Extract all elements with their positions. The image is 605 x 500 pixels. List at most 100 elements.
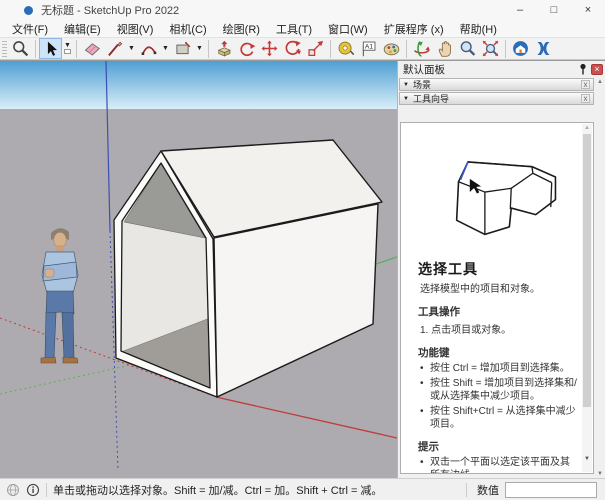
- line-tool-button[interactable]: [103, 38, 126, 59]
- orbit-icon: [412, 39, 431, 58]
- instructor-operation-title: 工具操作: [418, 304, 579, 319]
- panel-header: 默认面板 ×: [398, 61, 605, 77]
- house-sketch: [419, 134, 579, 252]
- search-icon: [11, 39, 30, 58]
- text-tool-button[interactable]: A1: [357, 38, 380, 59]
- zoom-extents-tool-button[interactable]: [479, 38, 502, 59]
- modifier-item: 按住 Shift = 增加项目到选择集和/或从选择集中减少项目。: [418, 377, 579, 403]
- move-icon: [260, 39, 279, 58]
- section-close-icon[interactable]: x: [581, 94, 590, 103]
- person-neck: [57, 245, 64, 251]
- instructor-description: 选择模型中的项目和对象。: [420, 280, 579, 295]
- scroll-up-icon[interactable]: ▲: [582, 125, 592, 131]
- chevron-down-icon: ▼: [162, 46, 169, 51]
- tape-measure-icon: [336, 39, 355, 58]
- rotate-tool-button[interactable]: [281, 38, 304, 59]
- maximize-button[interactable]: □: [537, 0, 571, 20]
- line-tool-dropdown[interactable]: ▼: [126, 38, 137, 59]
- section-close-icon[interactable]: x: [581, 80, 590, 89]
- toolbar-separator: [76, 40, 77, 58]
- toolbar-grip: [2, 41, 7, 57]
- arc-tool-dropdown[interactable]: ▼: [160, 38, 171, 59]
- svg-text:A1: A1: [365, 44, 373, 51]
- scale-tool-button[interactable]: [304, 38, 327, 59]
- person-hips: [46, 291, 74, 314]
- followme-tool-button[interactable]: [235, 38, 258, 59]
- scroll-down-icon[interactable]: ▼: [597, 471, 603, 477]
- title-bar: 无标题 - SketchUp Pro 2022 – □ ×: [0, 0, 605, 20]
- menu-camera[interactable]: 相机(C): [161, 20, 214, 38]
- statusbar-separator: [46, 483, 47, 497]
- orbit-tool-button[interactable]: [410, 38, 433, 59]
- section-scenes-label: 场景: [413, 78, 581, 91]
- arc-tool-button[interactable]: [137, 38, 160, 59]
- follow-me-icon: [237, 39, 256, 58]
- search-tool-button[interactable]: [9, 38, 32, 59]
- zoom-tool-button[interactable]: [456, 38, 479, 59]
- scroll-down-icon[interactable]: ▼: [582, 456, 592, 462]
- collapse-arrow-icon: ▼: [403, 82, 409, 88]
- menu-extensions[interactable]: 扩展程序 (x): [376, 20, 452, 38]
- app-icon: [24, 6, 33, 15]
- rectangle-tool-dropdown[interactable]: ▼: [194, 38, 205, 59]
- menu-file[interactable]: 文件(F): [4, 20, 56, 38]
- select-tool-button[interactable]: [39, 38, 62, 59]
- menu-edit[interactable]: 编辑(E): [56, 20, 109, 38]
- select-tool-dropdown[interactable]: ▼: [62, 38, 73, 59]
- instructor-tips-title: 提示: [418, 439, 579, 454]
- instructor-illustration: [418, 127, 579, 259]
- geolocation-globe-icon[interactable]: [6, 483, 20, 497]
- rectangle-tool-button[interactable]: [171, 38, 194, 59]
- instructor-heading: 选择工具: [418, 259, 579, 279]
- scroll-up-icon[interactable]: ▲: [597, 79, 603, 85]
- person-left-shoe: [41, 357, 56, 363]
- panel-close-button[interactable]: ×: [591, 64, 603, 75]
- measurements-label: 数值: [477, 482, 499, 498]
- toolbar-separator: [35, 40, 36, 58]
- chevron-down-icon: ▼: [196, 46, 203, 51]
- menu-tools[interactable]: 工具(T): [268, 20, 320, 38]
- scrollbar-thumb[interactable]: [583, 134, 591, 407]
- eraser-tool-button[interactable]: [80, 38, 103, 59]
- pin-icon[interactable]: [578, 63, 588, 75]
- paint-bucket-icon: [382, 39, 401, 58]
- instructor-panel: 选择工具 选择模型中的项目和对象。 工具操作 1. 点击项目或对象。 功能键 按…: [400, 122, 594, 474]
- chevron-down-icon: ▼: [64, 43, 71, 48]
- info-icon[interactable]: [26, 483, 40, 497]
- tape-measure-tool-button[interactable]: [334, 38, 357, 59]
- person-forearm: [45, 269, 54, 277]
- model-viewport[interactable]: [0, 61, 397, 479]
- menu-view[interactable]: 视图(V): [109, 20, 162, 38]
- extension-warehouse-icon: [534, 39, 553, 58]
- move-tool-button[interactable]: [258, 38, 281, 59]
- instructor-scrollbar[interactable]: ▲ ▼: [582, 124, 592, 472]
- pan-hand-icon: [435, 39, 454, 58]
- warehouse-3d-button[interactable]: [509, 38, 532, 59]
- measurements-input[interactable]: [505, 482, 597, 498]
- eraser-icon: [82, 39, 101, 58]
- panel-scrollbar[interactable]: ▲ ▼: [595, 77, 605, 479]
- viewport-canvas[interactable]: [0, 61, 397, 479]
- pencil-icon: [105, 39, 124, 58]
- panel-title: 默认面板: [403, 62, 578, 77]
- chevron-down-icon: ▼: [128, 46, 135, 51]
- section-instructor[interactable]: ▼ 工具向导 x: [399, 92, 594, 105]
- pan-tool-button[interactable]: [433, 38, 456, 59]
- menu-help[interactable]: 帮助(H): [452, 20, 505, 38]
- section-scenes[interactable]: ▼ 场景 x: [399, 78, 594, 91]
- menu-window[interactable]: 窗口(W): [320, 20, 376, 38]
- minimize-button[interactable]: –: [503, 0, 537, 20]
- modifier-list: 按住 Ctrl = 增加项目到选择集。 按住 Shift = 增加项目到选择集和…: [418, 362, 579, 431]
- rectangle-icon: [173, 39, 192, 58]
- push-pull-icon: [214, 39, 233, 58]
- sky: [0, 61, 397, 109]
- pushpull-tool-button[interactable]: [212, 38, 235, 59]
- close-button[interactable]: ×: [571, 0, 605, 20]
- paint-bucket-tool-button[interactable]: [380, 38, 403, 59]
- menu-draw[interactable]: 绘图(R): [215, 20, 268, 38]
- person-right-leg: [62, 312, 74, 358]
- panel-body: ▼ 场景 x ▼ 工具向导 x: [398, 77, 595, 479]
- 3d-warehouse-icon: [511, 39, 530, 58]
- extension-warehouse-button[interactable]: [532, 38, 555, 59]
- toolbar-separator: [505, 40, 506, 58]
